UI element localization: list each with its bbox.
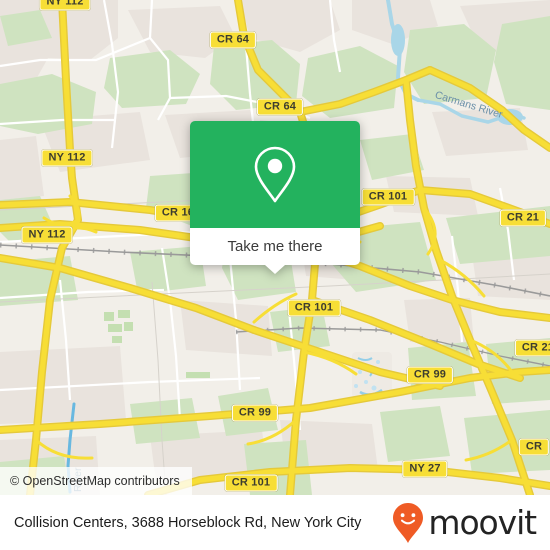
road-shield: CR 99	[231, 404, 279, 422]
road-shield: CR 101	[224, 474, 278, 492]
map-attribution[interactable]: © OpenStreetMap contributors	[0, 467, 192, 495]
road-shield: CR 64	[256, 98, 304, 116]
road-shield: CR 101	[287, 299, 341, 317]
callout-pointer	[265, 265, 285, 274]
moovit-wordmark: moovit	[428, 503, 537, 542]
road-shield: NY 112	[41, 149, 93, 167]
road-shield: NY 112	[39, 0, 91, 11]
location-callout-card[interactable]: Take me there	[190, 121, 360, 274]
map-canvas[interactable]: NY 112 CR 64 CR 64 NY 112 CR 16 CR 101 CR 21 NY…	[0, 0, 550, 495]
road-shield: CR	[518, 438, 550, 456]
moovit-smiley-pin-icon	[393, 502, 424, 543]
map-pin-icon	[254, 146, 296, 202]
road-shield: CR 21	[499, 209, 547, 227]
road-shield: CR 21	[514, 339, 550, 357]
callout-icon-panel	[190, 121, 360, 228]
road-shield: CR 64	[209, 31, 257, 49]
attribution-text: © OpenStreetMap contributors	[10, 474, 180, 488]
road-shield: CR 101	[361, 188, 415, 206]
moovit-logo[interactable]: moovit	[392, 502, 537, 544]
footer-bar: Collision Centers, 3688 Horseblock Rd, N…	[0, 495, 550, 550]
take-me-there-label: Take me there	[227, 238, 323, 255]
road-shield: NY 112	[21, 226, 73, 244]
road-shield: NY 27	[402, 460, 448, 478]
location-title: Collision Centers, 3688 Horseblock Rd, N…	[14, 514, 362, 531]
callout-action-bar[interactable]: Take me there	[190, 228, 360, 274]
road-shield: CR 99	[406, 366, 454, 384]
